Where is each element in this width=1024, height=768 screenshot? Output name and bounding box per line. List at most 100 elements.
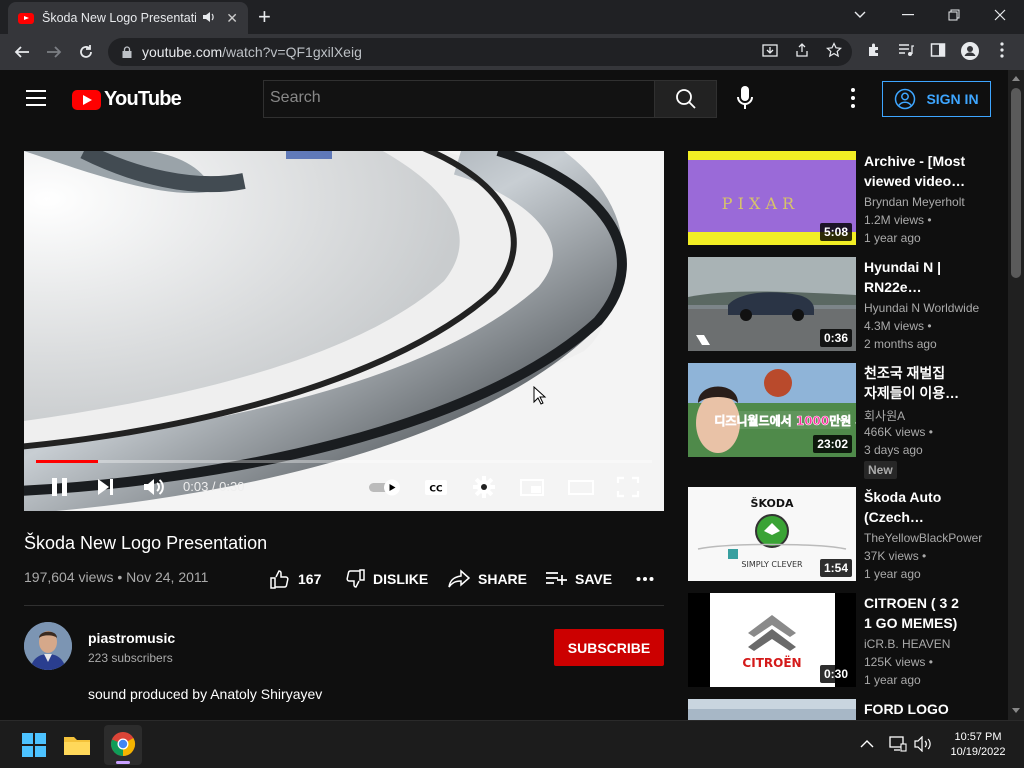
scroll-up-arrow-icon[interactable] — [1012, 76, 1020, 81]
minimize-icon[interactable] — [902, 0, 918, 30]
like-button[interactable]: 167 — [270, 569, 321, 589]
speaker-icon[interactable] — [914, 735, 934, 768]
chrome-taskbar-icon[interactable] — [104, 725, 142, 765]
closed-captions-icon: CC — [425, 480, 447, 495]
video-meta: 197,604 views • Nov 24, 2011 — [24, 569, 209, 585]
recommended-video[interactable]: FORD LOGO — [688, 699, 998, 720]
share-page-icon[interactable] — [792, 42, 812, 62]
search-placeholder: Search — [270, 89, 321, 106]
browser-toolbar: youtube.com/watch?v=QF1gxilXeig — [0, 34, 1024, 70]
progress-bar[interactable] — [36, 460, 652, 463]
subscribe-button[interactable]: SUBSCRIBE — [554, 629, 664, 666]
search-input[interactable]: Search — [263, 80, 655, 118]
video-thumbnail[interactable]: 0:36 — [688, 257, 856, 351]
install-app-icon[interactable] — [760, 42, 780, 62]
autoplay-toggle[interactable] — [368, 475, 404, 499]
channel-name[interactable]: piastromusic — [88, 630, 175, 646]
bookmark-star-icon[interactable] — [824, 42, 844, 62]
taskbar-clock[interactable]: 10:57 PM 10/19/2022 — [944, 730, 1012, 760]
address-bar[interactable]: youtube.com/watch?v=QF1gxilXeig — [108, 38, 852, 66]
page-scrollbar[interactable] — [1008, 70, 1024, 720]
like-count: 167 — [298, 571, 322, 587]
next-button[interactable] — [96, 475, 116, 499]
rec-thumb-text: 디즈니월드에서 1000만원 써봄 — [714, 413, 856, 428]
video-duration: 23:02 — [813, 435, 852, 453]
rec-views: 37K views • — [864, 549, 927, 563]
more-actions-button[interactable] — [636, 569, 662, 589]
windows-taskbar: 10:57 PM 10/19/2022 — [0, 720, 1024, 768]
extensions-icon[interactable] — [864, 42, 884, 62]
tab-close-icon[interactable]: ✕ — [226, 10, 238, 27]
video-thumbnail[interactable]: ŠKODA SIMPLY CLEVER 1:54 — [688, 487, 856, 581]
channel-avatar[interactable] — [24, 622, 72, 670]
restore-icon[interactable] — [948, 0, 964, 30]
theater-mode-button[interactable] — [568, 475, 594, 499]
rec-age: 3 days ago — [864, 443, 923, 457]
voice-search-button[interactable] — [733, 84, 757, 112]
scrollbar-thumb[interactable] — [1011, 88, 1021, 278]
dislike-button[interactable]: DISLIKE — [345, 569, 428, 589]
settings-more-icon[interactable] — [848, 88, 858, 110]
recommended-video[interactable]: P I X A R 5:08 Archive - [Most viewed vid… — [688, 151, 998, 247]
close-window-icon[interactable] — [994, 0, 1010, 30]
new-tab-button[interactable]: + — [258, 4, 271, 30]
video-duration: 0:30 — [819, 665, 852, 683]
theater-mode-icon — [568, 480, 594, 495]
file-explorer-icon[interactable] — [61, 729, 93, 761]
media-control-icon[interactable] — [896, 42, 916, 62]
url-host: youtube.com — [142, 44, 223, 60]
side-panel-icon[interactable] — [928, 42, 948, 62]
mute-button[interactable] — [142, 475, 166, 499]
youtube-logo[interactable]: YouTube — [72, 88, 182, 111]
recommended-video[interactable]: ŠKODA SIMPLY CLEVER 1:54 Škoda Auto (Czec… — [688, 487, 998, 583]
thumbs-down-icon — [346, 569, 365, 588]
thumbs-up-icon — [270, 570, 289, 589]
tab-search-icon[interactable] — [854, 0, 874, 30]
scroll-down-arrow-icon[interactable] — [1012, 708, 1020, 713]
video-duration: 5:08 — [819, 223, 852, 241]
video-player[interactable]: 0:03 / 0:30 CC — [24, 151, 664, 511]
settings-button[interactable] — [472, 475, 496, 499]
windows-start-icon[interactable] — [18, 729, 50, 761]
back-icon[interactable] — [10, 40, 34, 64]
fullscreen-icon — [616, 476, 640, 498]
rec-age: 1 year ago — [864, 231, 921, 245]
forward-icon[interactable] — [42, 40, 66, 64]
rec-views: 125K views • — [864, 655, 933, 669]
video-duration: 0:36 — [819, 329, 852, 347]
rec-thumb-text: P I X A R — [722, 194, 795, 213]
recommended-video[interactable]: 0:36 Hyundai N | RN22e… Hyundai N Worldwi… — [688, 257, 998, 353]
rec-title: Hyundai N | RN22e… — [864, 259, 942, 295]
miniplayer-button[interactable] — [520, 475, 544, 499]
dislike-label: DISLIKE — [373, 571, 429, 587]
tab-audio-icon[interactable] — [202, 11, 216, 26]
sign-in-button[interactable]: SIGN IN — [882, 81, 991, 117]
subtitles-button[interactable]: CC — [424, 475, 448, 499]
video-thumbnail[interactable]: CITROËN 0:30 — [688, 593, 856, 687]
show-hidden-icons-icon[interactable] — [860, 736, 880, 768]
miniplayer-icon — [520, 479, 544, 496]
reload-icon[interactable] — [74, 40, 98, 64]
rec-title: 천조국 재벌집 자제들이 이용… — [864, 365, 960, 401]
network-icon[interactable] — [889, 736, 909, 768]
fullscreen-button[interactable] — [616, 475, 640, 499]
video-thumbnail[interactable]: 디즈니월드에서 1000만원 써봄 23:02 — [688, 363, 856, 457]
recommended-video[interactable]: 디즈니월드에서 1000만원 써봄 23:02 천조국 재벌집자제들이 이용… … — [688, 363, 998, 483]
menu-icon[interactable] — [26, 90, 46, 106]
profile-icon[interactable] — [960, 42, 980, 62]
browser-tab[interactable]: Škoda New Logo Presentation ✕ — [8, 2, 248, 34]
chrome-menu-icon[interactable] — [992, 42, 1012, 62]
search-button[interactable] — [655, 80, 717, 118]
rec-age: 1 year ago — [864, 567, 921, 581]
account-icon — [895, 88, 916, 110]
lock-icon — [122, 46, 132, 58]
save-button[interactable]: SAVE — [545, 569, 612, 589]
video-thumbnail[interactable] — [688, 699, 856, 720]
share-button[interactable]: SHARE — [448, 569, 527, 589]
pause-button[interactable] — [50, 475, 70, 499]
browser-tab-strip: Škoda New Logo Presentation ✕ + — [0, 0, 1024, 34]
video-thumbnail[interactable]: P I X A R 5:08 — [688, 151, 856, 245]
recommended-video[interactable]: CITROËN 0:30 CITROEN ( 3 21 GO MEMES) iC… — [688, 593, 998, 689]
rec-channel: Hyundai N Worldwide — [864, 301, 980, 315]
rec-channel: Bryndan Meyerholt — [864, 195, 965, 209]
